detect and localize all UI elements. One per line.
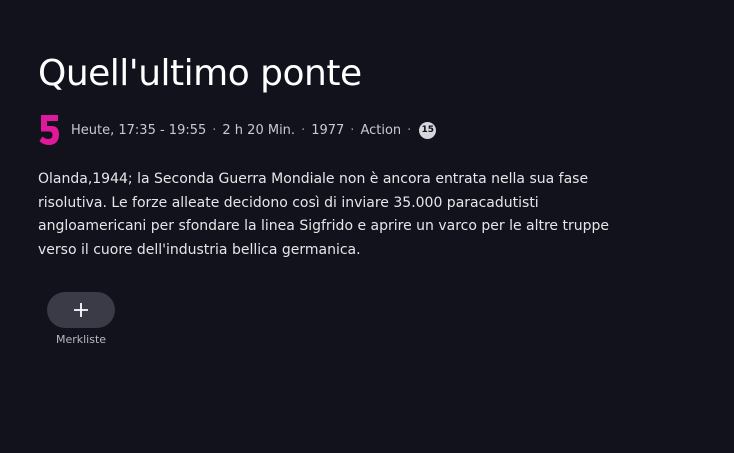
watchlist-action: Merkliste [47,292,115,346]
channel-5-logo-icon [39,115,59,145]
watchlist-label: Merkliste [55,333,107,346]
plus-icon [74,303,88,317]
program-title: Quell'ultimo ponte [38,53,362,94]
channel-logo [38,114,60,146]
meta-separator: · [212,122,217,138]
genre-text: Action [360,122,402,138]
program-detail-page: Quell'ultimo ponte Heute, 17:35 - 19:55 … [0,0,734,453]
age-rating-badge: 15 [419,121,437,139]
program-description: Olanda,1944; la Seconda Guerra Mondiale … [38,171,609,258]
add-to-watchlist-button[interactable] [47,292,115,328]
meta-separator: · [350,122,355,138]
meta-separator: · [407,122,412,138]
meta-separator: · [301,122,306,138]
program-meta-row: Heute, 17:35 - 19:55 · 2 h 20 Min. · 197… [38,113,437,147]
airtime-text: Heute, 17:35 - 19:55 [71,122,207,138]
year-text: 1977 [311,122,345,138]
duration-text: 2 h 20 Min. [222,122,296,138]
